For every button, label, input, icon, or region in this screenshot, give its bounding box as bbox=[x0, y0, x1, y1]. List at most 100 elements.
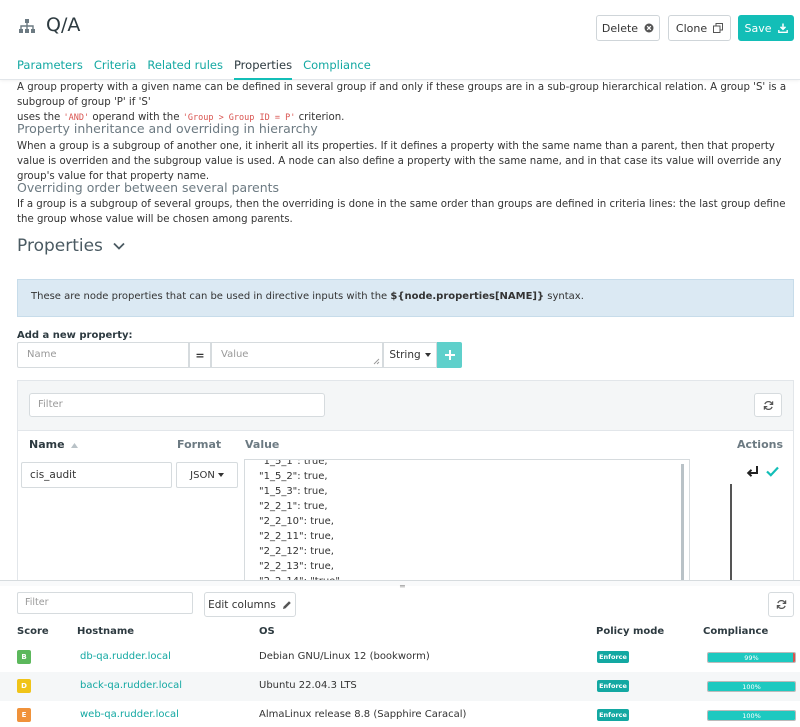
plus-icon bbox=[444, 350, 455, 360]
refresh-icon bbox=[763, 400, 773, 410]
properties-refresh-button[interactable] bbox=[754, 393, 782, 417]
add-property-label: Add a new property: bbox=[17, 330, 133, 341]
column-header-name[interactable]: Name bbox=[29, 438, 79, 451]
property-row-name-input[interactable]: cis_audit bbox=[21, 462, 172, 488]
policy-mode-badge: Enforce bbox=[597, 709, 629, 721]
json-line: "2_2_11": true, bbox=[259, 531, 334, 542]
editor-scrollbar[interactable] bbox=[681, 464, 684, 580]
info-syntax: ${node.properties[NAME]} bbox=[390, 291, 545, 302]
table-row[interactable]: Bdb-qa.rudder.local Debian GNU/Linux 12 (… bbox=[0, 643, 800, 672]
nodes-header-compliance[interactable]: Compliance bbox=[703, 626, 768, 637]
inheritance-text: When a group is a subgroup of another on… bbox=[17, 141, 782, 182]
add-property-button[interactable] bbox=[437, 342, 462, 368]
compliance-bar[interactable]: 100% bbox=[707, 681, 796, 692]
property-value-input[interactable]: Value bbox=[211, 342, 383, 368]
compliance-value: 99% bbox=[744, 653, 759, 662]
edit-columns-button[interactable]: Edit columns bbox=[204, 592, 296, 617]
properties-section-toggle[interactable]: Properties bbox=[17, 236, 125, 256]
tab-related-rules[interactable]: Related rules bbox=[147, 58, 223, 80]
info-text: These are node properties that can be us… bbox=[31, 291, 391, 302]
score-badge: B bbox=[17, 650, 31, 664]
tab-properties[interactable]: Properties bbox=[233, 58, 293, 80]
group-tabs: Parameters Criteria Related rules Proper… bbox=[17, 58, 382, 80]
table-row[interactable]: Eweb-qa.rudder.local AlmaLinux release 8.… bbox=[0, 701, 800, 727]
panel-splitter[interactable]: ═ bbox=[0, 580, 800, 591]
os-label: Debian GNU/Linux 12 (bookworm) bbox=[259, 651, 430, 662]
resize-handle-icon[interactable] bbox=[373, 358, 380, 365]
json-line: "1_5_3": true, bbox=[259, 486, 328, 497]
caret-down-icon bbox=[424, 353, 431, 357]
properties-table-toolbar: Filter bbox=[18, 381, 793, 431]
column-header-name-label: Name bbox=[29, 438, 65, 451]
inheritance-heading: Property inheritance and overriding in h… bbox=[17, 121, 318, 136]
json-line: "2_2_12": true, bbox=[259, 546, 334, 557]
nodes-header-policy-mode[interactable]: Policy mode bbox=[596, 626, 664, 637]
property-row-format-select[interactable]: JSON bbox=[176, 462, 238, 488]
save-button[interactable]: Save bbox=[738, 15, 794, 41]
hostname-link[interactable]: web-qa.rudder.local bbox=[80, 709, 179, 720]
properties-table: Filter Name Format Value Actions cis_aud… bbox=[17, 380, 794, 580]
hostname-link[interactable]: back-qa.rudder.local bbox=[80, 680, 182, 691]
nodes-header-os[interactable]: OS bbox=[259, 626, 275, 637]
nodes-refresh-button[interactable] bbox=[768, 592, 794, 617]
properties-section-title: Properties bbox=[17, 236, 103, 256]
column-header-format: Format bbox=[177, 438, 222, 451]
tab-compliance[interactable]: Compliance bbox=[303, 58, 371, 80]
sitemap-icon bbox=[19, 19, 35, 33]
property-value-placeholder: Value bbox=[221, 349, 249, 360]
nodes-header-hostname[interactable]: Hostname bbox=[77, 626, 134, 637]
properties-filter-input[interactable]: Filter bbox=[29, 393, 325, 417]
override-text: If a group is a subgroup of several grou… bbox=[17, 199, 786, 225]
properties-info-box: These are node properties that can be us… bbox=[17, 279, 794, 317]
download-icon bbox=[777, 23, 788, 33]
sort-asc-icon bbox=[71, 443, 79, 448]
compliance-bar[interactable]: 99% bbox=[707, 652, 796, 663]
nodes-filter-input[interactable]: Filter bbox=[17, 592, 193, 614]
check-icon[interactable] bbox=[766, 466, 779, 477]
compliance-value: 100% bbox=[742, 711, 761, 720]
chevron-down-icon bbox=[113, 242, 125, 250]
nodes-header-score[interactable]: Score bbox=[17, 626, 49, 637]
score-badge: E bbox=[17, 708, 31, 722]
override-heading: Overriding order between several parents bbox=[17, 180, 280, 195]
page-title: Q/A bbox=[46, 14, 81, 36]
policy-mode-badge: Enforce bbox=[597, 680, 629, 692]
page-header: Q/A Delete Clone Save Parameters Criteri… bbox=[0, 0, 800, 80]
delete-button-label: Delete bbox=[601, 21, 639, 35]
equals-sign: = bbox=[189, 342, 211, 368]
clone-icon bbox=[713, 23, 724, 33]
property-row-value-editor[interactable]: "1_5_1": true, "1_5_2": true, "1_5_3": tru… bbox=[244, 459, 690, 580]
refresh-icon bbox=[776, 600, 786, 609]
json-line: "1_5_1": true, bbox=[259, 459, 328, 467]
splitter-grip-icon[interactable]: ═ bbox=[400, 582, 405, 591]
json-line: "1_5_2": true, bbox=[259, 471, 328, 482]
info-text-end: syntax. bbox=[544, 291, 584, 302]
save-button-label: Save bbox=[744, 21, 772, 35]
property-type-value: String bbox=[389, 349, 421, 361]
compliance-bar[interactable]: 100% bbox=[707, 710, 796, 721]
table-row[interactable]: Dback-qa.rudder.local Ubuntu 22.04.3 LTS E… bbox=[0, 672, 800, 701]
policy-mode-badge: Enforce bbox=[597, 651, 629, 663]
help-intro: A group property with a given name can b… bbox=[17, 80, 787, 126]
pencil-icon bbox=[282, 600, 291, 609]
json-line: "2_2_13": true, bbox=[259, 561, 334, 572]
json-line: "2_2_1": true, bbox=[259, 501, 328, 512]
hostname-link[interactable]: db-qa.rudder.local bbox=[80, 651, 171, 662]
os-label: Ubuntu 22.04.3 LTS bbox=[259, 680, 357, 691]
json-line: "2_2_10": true, bbox=[259, 516, 334, 527]
delete-button[interactable]: Delete bbox=[596, 15, 660, 41]
caret-down-icon bbox=[217, 473, 224, 477]
tab-parameters[interactable]: Parameters bbox=[17, 58, 83, 80]
property-name-input[interactable]: Name bbox=[17, 342, 189, 368]
tab-criteria[interactable]: Criteria bbox=[94, 58, 137, 80]
column-header-value: Value bbox=[245, 438, 280, 451]
os-label: AlmaLinux release 8.8 (Sapphire Caracal) bbox=[259, 709, 467, 720]
edit-columns-label: Edit columns bbox=[208, 598, 276, 611]
score-badge: D bbox=[17, 679, 31, 693]
clone-button-label: Clone bbox=[675, 21, 708, 35]
enter-icon[interactable] bbox=[746, 465, 760, 478]
clone-button[interactable]: Clone bbox=[668, 15, 731, 41]
property-type-select[interactable]: String bbox=[383, 342, 437, 368]
property-row-format: JSON bbox=[190, 469, 215, 481]
property-row-actions bbox=[746, 465, 779, 478]
